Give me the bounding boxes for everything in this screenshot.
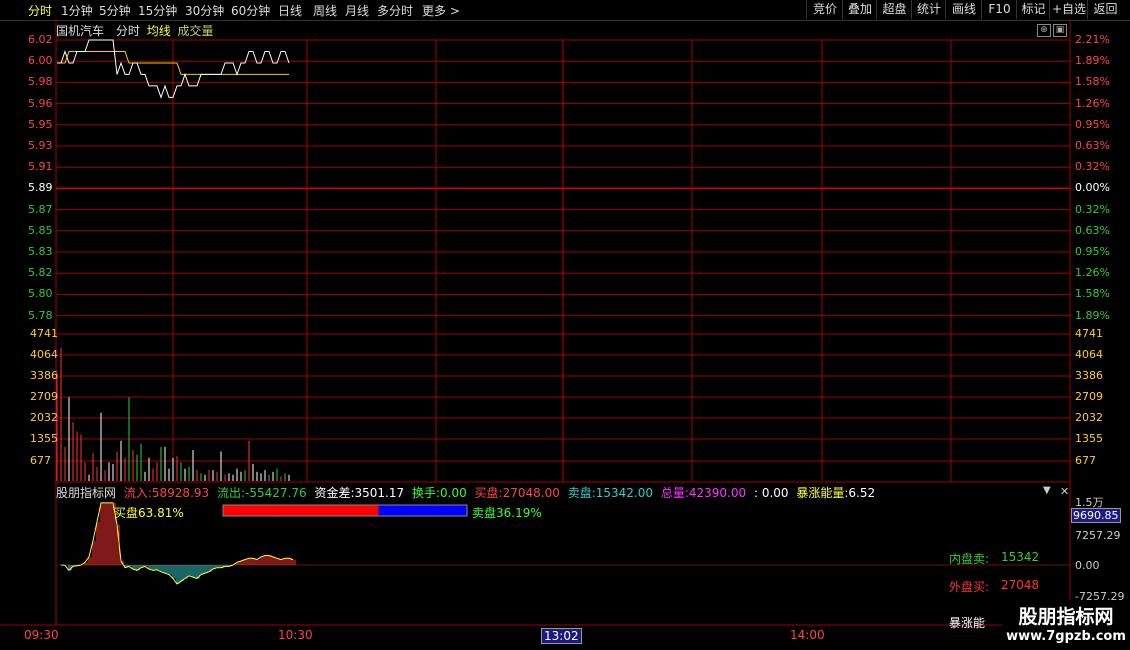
percent-tick-label: 0.95% (1075, 245, 1110, 258)
flow-axis-mid: 7257.29 (1075, 529, 1121, 542)
flow-axis-current: 9690.85 (1071, 508, 1121, 523)
price-tick-label: 6.02 (28, 33, 53, 46)
price-tick-label: 5.96 (28, 96, 53, 110)
percent-tick-label: 2.21% (1075, 33, 1110, 46)
sell-ratio-bar (378, 505, 467, 516)
inflow-label: 流入: (123, 486, 152, 500)
volume-tick-label-right: 1355 (1075, 432, 1103, 445)
indicator-name[interactable]: 股朋指标网 (56, 486, 116, 500)
sell-value: 15342.00 (595, 486, 653, 500)
watermark-url: www.7gpzb.com (1006, 629, 1126, 644)
outflow-value: -55427.76 (245, 486, 307, 500)
volume-tick-label: 2032 (30, 411, 58, 424)
percent-tick-label: 0.63% (1075, 139, 1110, 152)
sell-label: 卖盘: (567, 486, 596, 500)
diff-label: 资金差: (314, 486, 355, 500)
outer-buy-label: 外盘买: (949, 580, 990, 594)
watermark: 股朋指标网 www.7gpzb.com (1002, 600, 1130, 650)
price-tick-label: 5.91 (28, 160, 53, 174)
volume-tick-label: 4741 (30, 327, 58, 340)
surge-value: 6.52 (848, 486, 876, 500)
price-tick-label: 5.98 (28, 75, 53, 89)
percent-tick-label: 1.89% (1075, 308, 1110, 322)
volume-tick-label-right: 2709 (1075, 390, 1103, 403)
price-tick-label: 5.89 (28, 181, 53, 195)
watermark-title: 股朋指标网 (1018, 606, 1114, 628)
volume-tick-label-right: 2032 (1075, 411, 1103, 424)
percent-tick-label: 0.95% (1075, 117, 1110, 131)
time-label-open: 09:30 (24, 628, 59, 642)
time-label-1400: 14:00 (790, 628, 825, 642)
percent-tick-label: 0.32% (1075, 202, 1110, 216)
surge-short-label: 暴涨能 (949, 616, 986, 630)
buy-ratio-label: 买盘63.81% (114, 506, 184, 520)
buy-label: 买盘: (474, 486, 503, 500)
outer-buy-value: 27048 (1001, 578, 1040, 592)
total-value: 42390.00 (688, 486, 747, 500)
flow-axis-zero: 0.00 (1075, 559, 1100, 572)
price-tick-label: 5.83 (28, 245, 53, 258)
volume-tick-label-right: 4064 (1075, 348, 1103, 361)
volume-tick-label-right: 4741 (1075, 327, 1103, 340)
price-tick-label: 5.87 (28, 202, 53, 216)
price-tick-label: 5.80 (28, 287, 53, 301)
volume-tick-label: 2709 (30, 390, 58, 403)
time-cursor-label: 13:02 (541, 628, 582, 644)
indicator-bar: 股朋指标网 流入:58928.93 流出:-55427.76 资金差:3501.… (56, 484, 875, 501)
diff-value: 3501.17 (354, 486, 405, 500)
inner-sell-value: 15342 (1001, 550, 1040, 564)
chevron-down-icon[interactable]: ▼ (1043, 485, 1051, 496)
total-label: 总量: (660, 486, 689, 500)
close-icon[interactable]: ✕ (1060, 485, 1069, 498)
volume-tick-label: 677 (30, 454, 51, 467)
chart-grid (0, 20, 1130, 626)
volume-tick-label: 4064 (30, 348, 58, 361)
sell-ratio-label: 卖盘36.19% (472, 506, 542, 520)
surge-label: 暴涨能量: (796, 486, 849, 500)
price-tick-label: 6.00 (28, 54, 53, 68)
turnover-value: 0.00 (440, 486, 467, 500)
outflow-label: 流出: (216, 486, 246, 500)
percent-tick-label: 0.32% (1075, 160, 1110, 174)
extra-value: : 0.00 (753, 486, 789, 500)
price-tick-label: 5.95 (28, 117, 53, 131)
buy-value: 27048.00 (502, 486, 560, 500)
price-tick-label: 5.93 (28, 139, 53, 152)
percent-tick-label: 0.00% (1075, 181, 1110, 195)
price-tick-label: 5.78 (28, 308, 53, 322)
inflow-value: 58928.93 (151, 486, 210, 500)
percent-tick-label: 0.63% (1075, 223, 1110, 237)
time-label-1030: 10:30 (278, 628, 313, 642)
turnover-label: 换手: (411, 486, 440, 500)
volume-tick-label: 1355 (30, 432, 58, 445)
inner-sell-label: 内盘卖: (949, 552, 990, 566)
buy-ratio-bar (223, 505, 379, 516)
percent-tick-label: 1.26% (1075, 96, 1110, 110)
volume-tick-label-right: 677 (1075, 454, 1096, 467)
volume-tick-label-right: 3386 (1075, 369, 1103, 382)
price-tick-label: 5.82 (28, 266, 53, 280)
percent-tick-label: 1.58% (1075, 287, 1110, 301)
percent-tick-label: 1.89% (1075, 54, 1110, 68)
percent-tick-label: 1.58% (1075, 75, 1110, 89)
percent-tick-label: 1.26% (1075, 266, 1110, 280)
volume-tick-label: 3386 (30, 369, 58, 382)
price-tick-label: 5.85 (28, 223, 53, 237)
